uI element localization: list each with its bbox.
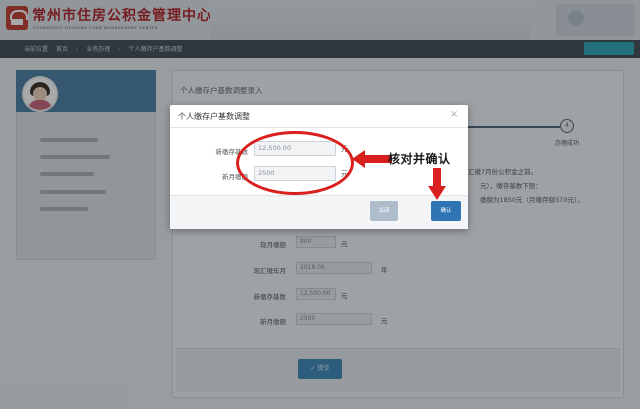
left-arrow-icon: [352, 150, 392, 168]
dialog-footer: [170, 195, 468, 229]
dialog-title: 个人缴存户基数调整: [178, 112, 250, 121]
close-icon[interactable]: ×: [450, 109, 458, 120]
confirm-button[interactable]: 确认: [431, 201, 461, 221]
annotation-label: 核对并确认: [388, 152, 451, 166]
dialog-divider: [170, 127, 468, 128]
down-arrow-icon: [428, 168, 446, 200]
close-button[interactable]: 关闭: [370, 201, 398, 221]
highlight-ellipse: [236, 131, 354, 195]
